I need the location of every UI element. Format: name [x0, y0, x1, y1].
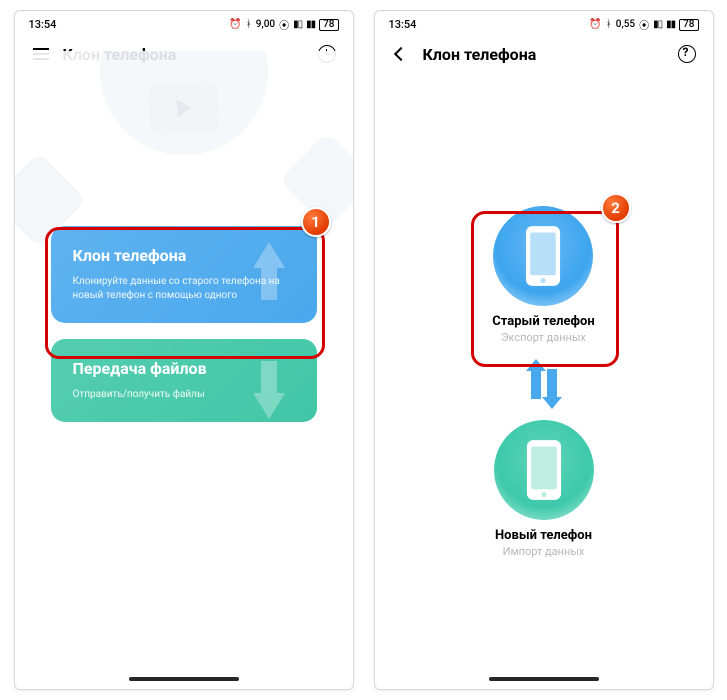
phone-clone-card[interactable]: Клон телефона Клонируйте данные со старо…	[51, 226, 317, 323]
options-area: Старый телефон Экспорт данных Новый теле…	[375, 206, 713, 558]
status-bar: 13:54 ⏰ ᚼ 9,00 ⦿ ▮▯ ▮▮ 78	[15, 11, 353, 34]
card-desc: Отправить/получить файлы	[73, 388, 295, 402]
status-right: ⏰ ᚼ 0,55 ⦿ ▮▯ ▮▮ 78	[589, 17, 698, 32]
signal-icon-1: ▮▯	[293, 19, 302, 30]
wifi-icon: ⦿	[279, 17, 289, 32]
phone-icon	[520, 438, 568, 502]
home-indicator[interactable]	[129, 677, 239, 681]
page-title: Клон телефона	[63, 45, 315, 64]
alarm-icon: ⏰	[229, 19, 241, 30]
menu-icon[interactable]	[29, 42, 53, 66]
page-title: Клон телефона	[423, 45, 675, 64]
net-speed: 9,00	[256, 19, 275, 30]
bluetooth-icon: ᚼ	[606, 19, 612, 30]
new-phone-circle	[494, 420, 594, 520]
option-subtitle: Импорт данных	[503, 545, 585, 558]
new-phone-option[interactable]: Новый телефон Импорт данных	[494, 420, 594, 558]
help-icon	[678, 45, 696, 63]
header: Клон телефона	[15, 34, 353, 76]
option-title: Старый телефон	[492, 314, 594, 329]
wifi-icon: ⦿	[639, 17, 649, 32]
card-desc: Клонируйте данные со старого телефона на…	[73, 275, 295, 303]
status-time: 13:54	[29, 18, 57, 31]
help-button[interactable]	[675, 42, 699, 66]
alarm-icon: ⏰	[589, 19, 601, 30]
background-decor	[14, 51, 354, 251]
bluetooth-icon: ᚼ	[246, 19, 252, 30]
signal-icon-2: ▮▮	[306, 19, 315, 30]
cards-area: Клон телефона Клонируйте данные со старо…	[15, 226, 353, 422]
home-indicator[interactable]	[489, 677, 599, 681]
net-speed: 0,55	[616, 19, 635, 30]
swap-arrows-icon	[528, 362, 560, 406]
battery-indicator: 78	[319, 19, 338, 31]
battery-indicator: 78	[679, 19, 698, 31]
screen-2: 13:54 ⏰ ᚼ 0,55 ⦿ ▮▯ ▮▮ 78 Клон телефона	[374, 10, 714, 690]
chevron-left-icon	[396, 49, 406, 59]
screen-1: 13:54 ⏰ ᚼ 9,00 ⦿ ▮▯ ▮▮ 78 Клон телефона …	[14, 10, 354, 690]
bg-play-icon	[147, 81, 220, 136]
status-bar: 13:54 ⏰ ᚼ 0,55 ⦿ ▮▯ ▮▮ 78	[375, 11, 713, 34]
option-title: Новый телефон	[495, 528, 592, 543]
option-subtitle: Экспорт данных	[501, 331, 586, 344]
file-transfer-card[interactable]: Передача файлов Отправить/получить файлы	[51, 339, 317, 422]
back-button[interactable]	[389, 42, 413, 66]
history-icon	[318, 45, 336, 63]
signal-icon-1: ▮▯	[653, 19, 662, 30]
signal-icon-2: ▮▮	[666, 19, 675, 30]
history-button[interactable]	[315, 42, 339, 66]
old-phone-circle	[493, 206, 593, 306]
old-phone-option[interactable]: Старый телефон Экспорт данных	[492, 206, 594, 344]
bg-shape	[278, 132, 353, 228]
status-right: ⏰ ᚼ 9,00 ⦿ ▮▯ ▮▮ 78	[229, 17, 338, 32]
status-time: 13:54	[389, 18, 417, 31]
phone-icon	[519, 224, 567, 288]
header: Клон телефона	[375, 34, 713, 76]
